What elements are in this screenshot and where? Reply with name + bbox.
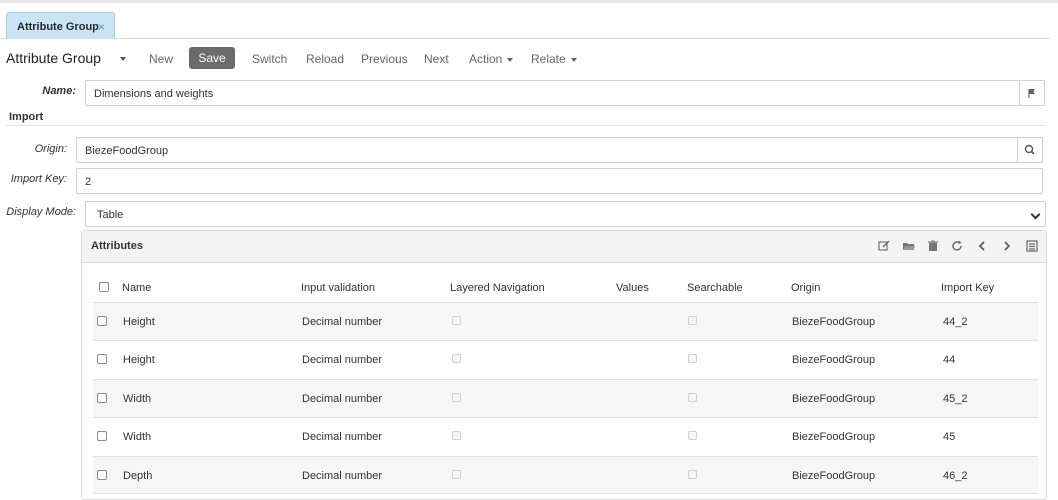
import-key-field[interactable]: 2 [76, 168, 1043, 194]
tab-bar: Attribute Group × [0, 3, 1050, 39]
display-mode-label: Display Mode: [6, 206, 76, 218]
name-field[interactable]: Dimensions and weights [85, 80, 1020, 106]
row-origin: BiezeFoodGroup [792, 470, 876, 482]
column-header-input-validation[interactable]: Input validation [301, 282, 375, 294]
row-input-validation: Decimal number [302, 431, 383, 443]
row-checkbox[interactable] [97, 470, 107, 480]
relate-menu-button[interactable]: Relate [531, 52, 577, 66]
row-origin: BiezeFoodGroup [792, 393, 876, 405]
import-section-title: Import [9, 111, 44, 123]
page-title: Attribute Group [6, 50, 101, 66]
new-button[interactable]: New [149, 52, 173, 66]
row-input-validation: Decimal number [302, 354, 383, 366]
display-mode-value: Table [97, 209, 124, 221]
flag-icon [1028, 89, 1035, 98]
row-name: Width [123, 431, 152, 443]
action-chevron-down-icon [507, 57, 514, 62]
origin-field[interactable]: BiezeFoodGroup [76, 137, 1018, 163]
row-searchable-checkbox [688, 431, 697, 440]
row-input-validation: Decimal number [302, 316, 383, 328]
search-icon [1024, 144, 1035, 155]
folder-open-icon[interactable] [902, 239, 916, 253]
select-chevron-down-icon [1030, 209, 1041, 220]
row-name: Depth [123, 470, 153, 482]
row-layered-navigation-checkbox [452, 393, 461, 402]
origin-label: Origin: [34, 143, 67, 155]
table-row[interactable]: Height Decimal number BiezeFoodGroup 44_… [93, 302, 1038, 340]
tab-attribute-group[interactable]: Attribute Group × [6, 12, 115, 39]
trash-icon[interactable] [926, 239, 940, 253]
row-import-key: 44 [943, 354, 956, 366]
section-divider [6, 125, 1046, 126]
row-layered-navigation-checkbox [452, 431, 461, 440]
action-menu-button[interactable]: Action [469, 52, 514, 66]
row-searchable-checkbox [688, 470, 697, 479]
origin-search-button[interactable] [1017, 137, 1043, 163]
column-header-searchable[interactable]: Searchable [687, 282, 743, 294]
row-searchable-checkbox [688, 354, 697, 363]
relate-label: Relate [531, 52, 566, 66]
row-input-validation: Decimal number [302, 393, 383, 405]
column-header-origin[interactable]: Origin [791, 282, 820, 294]
relate-chevron-down-icon [570, 57, 577, 62]
list-menu-icon[interactable] [1025, 239, 1039, 253]
row-name: Height [123, 354, 155, 366]
refresh-icon[interactable] [950, 239, 964, 253]
table-row[interactable]: Width Decimal number BiezeFoodGroup 45_2 [93, 379, 1038, 417]
row-searchable-checkbox [688, 316, 697, 325]
row-checkbox[interactable] [97, 354, 107, 364]
toolbar: Attribute Group New Switch Reload Previo… [0, 44, 1058, 72]
display-mode-select[interactable]: Table [85, 201, 1046, 227]
column-header-layered-navigation[interactable]: Layered Navigation [450, 282, 545, 294]
edit-icon[interactable] [877, 239, 891, 253]
row-searchable-checkbox [688, 393, 697, 402]
row-layered-navigation-checkbox [452, 354, 461, 363]
row-import-key: 45 [943, 431, 956, 443]
action-label: Action [469, 52, 503, 66]
row-import-key: 44_2 [943, 316, 968, 328]
translate-flag-button[interactable] [1019, 80, 1045, 106]
select-all-checkbox[interactable] [99, 282, 109, 292]
row-checkbox[interactable] [97, 393, 107, 403]
row-origin: BiezeFoodGroup [792, 431, 876, 443]
tab-close-icon[interactable]: × [98, 20, 105, 34]
previous-button[interactable]: Previous [361, 52, 408, 66]
row-import-key: 46_2 [943, 470, 968, 482]
import-key-label: Import Key: [10, 173, 67, 185]
reload-button[interactable]: Reload [306, 52, 344, 66]
row-origin: BiezeFoodGroup [792, 354, 876, 366]
attributes-panel-title: Attributes [91, 240, 143, 252]
switch-button[interactable]: Switch [252, 52, 287, 66]
column-header-name[interactable]: Name [122, 282, 151, 294]
chevron-left-icon[interactable] [975, 239, 989, 253]
row-import-key: 45_2 [943, 393, 968, 405]
row-name: Height [123, 316, 155, 328]
name-label: Name: [42, 85, 76, 97]
column-header-import-key[interactable]: Import Key [941, 282, 994, 294]
row-layered-navigation-checkbox [452, 470, 461, 479]
title-chevron-down-icon[interactable] [120, 57, 126, 61]
next-button[interactable]: Next [424, 52, 449, 66]
row-input-validation: Decimal number [302, 470, 383, 482]
table-row[interactable]: Height Decimal number BiezeFoodGroup 44 [93, 340, 1038, 379]
save-button[interactable]: Save [189, 47, 235, 69]
table-row[interactable]: Depth Decimal number BiezeFoodGroup 46_2 [93, 456, 1038, 494]
column-header-values[interactable]: Values [616, 282, 649, 294]
tab-label: Attribute Group [17, 21, 99, 33]
chevron-right-icon[interactable] [1000, 239, 1014, 253]
row-checkbox[interactable] [97, 431, 107, 441]
attributes-panel-header: Attributes [82, 231, 1046, 263]
row-origin: BiezeFoodGroup [792, 316, 876, 328]
row-name: Width [123, 393, 152, 405]
table-row[interactable]: Width Decimal number BiezeFoodGroup 45 [93, 417, 1038, 456]
row-checkbox[interactable] [97, 316, 107, 326]
row-layered-navigation-checkbox [452, 316, 461, 325]
